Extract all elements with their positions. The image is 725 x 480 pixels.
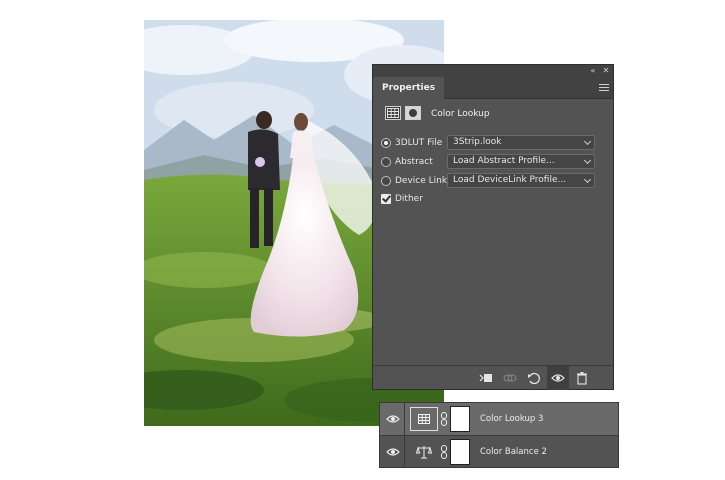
panel-tabbar: Properties <box>373 77 613 99</box>
option-label: Device Link <box>395 176 448 186</box>
link-icon[interactable] <box>440 411 448 427</box>
device-link-select[interactable]: Load DeviceLink Profile... <box>447 173 595 188</box>
trash-icon[interactable] <box>571 366 593 390</box>
layer-color-lookup[interactable]: Color Lookup 3 <box>380 403 618 436</box>
layer-mask-thumbnail[interactable] <box>450 439 470 465</box>
option-label: 3DLUT File <box>395 138 443 148</box>
layer-divider <box>404 403 405 435</box>
chevron-down-icon <box>583 175 592 184</box>
panel-footer <box>373 365 613 390</box>
select-value: 3Strip.look <box>453 137 502 147</box>
dither-checkbox[interactable] <box>381 194 391 204</box>
tab-properties[interactable]: Properties <box>373 77 445 99</box>
radio-3dlut[interactable] <box>381 138 391 148</box>
eye-icon[interactable] <box>386 446 400 458</box>
abstract-select[interactable]: Load Abstract Profile... <box>447 154 595 169</box>
option-3dlut: 3DLUT File 3Strip.look <box>381 135 607 151</box>
reset-icon[interactable] <box>523 366 545 390</box>
color-lookup-icon[interactable] <box>410 407 438 431</box>
layer-mask-thumbnail[interactable] <box>450 406 470 432</box>
panel-titlebar: « ✕ <box>373 65 613 77</box>
dither-label: Dither <box>395 194 423 204</box>
layer-divider <box>404 436 405 468</box>
option-label: Abstract <box>395 157 433 167</box>
color-lookup-icon[interactable] <box>385 106 401 120</box>
layer-color-balance[interactable]: Color Balance 2 <box>380 436 618 468</box>
option-device-link: Device Link Load DeviceLink Profile... <box>381 173 607 189</box>
option-abstract: Abstract Load Abstract Profile... <box>381 154 607 170</box>
layer-name[interactable]: Color Lookup 3 <box>480 403 543 435</box>
3dlut-select[interactable]: 3Strip.look <box>447 135 595 150</box>
layer-name[interactable]: Color Balance 2 <box>480 436 547 468</box>
select-value: Load DeviceLink Profile... <box>453 175 567 185</box>
panel-menu-icon[interactable] <box>599 82 609 92</box>
view-previous-state-icon[interactable] <box>499 366 521 390</box>
select-value: Load Abstract Profile... <box>453 156 555 166</box>
eye-icon[interactable] <box>386 413 400 425</box>
close-icon[interactable]: ✕ <box>600 65 612 77</box>
link-icon[interactable] <box>440 444 448 460</box>
option-dither: Dither <box>381 191 607 207</box>
chevron-down-icon <box>583 156 592 165</box>
radio-device-link[interactable] <box>381 176 391 186</box>
radio-abstract[interactable] <box>381 157 391 167</box>
layer-mask-icon[interactable] <box>405 106 421 120</box>
adjustment-title: Color Lookup <box>431 109 490 119</box>
color-balance-icon[interactable] <box>410 440 438 464</box>
visibility-icon[interactable] <box>547 366 569 390</box>
chevron-down-icon <box>583 137 592 146</box>
clip-to-layer-icon[interactable] <box>475 366 497 390</box>
layers-panel: Color Lookup 3 Color Balance 2 <box>379 402 619 468</box>
collapse-icon[interactable]: « <box>587 65 599 77</box>
properties-panel: « ✕ Properties Color Lookup 3DLUT File 3… <box>372 64 614 390</box>
